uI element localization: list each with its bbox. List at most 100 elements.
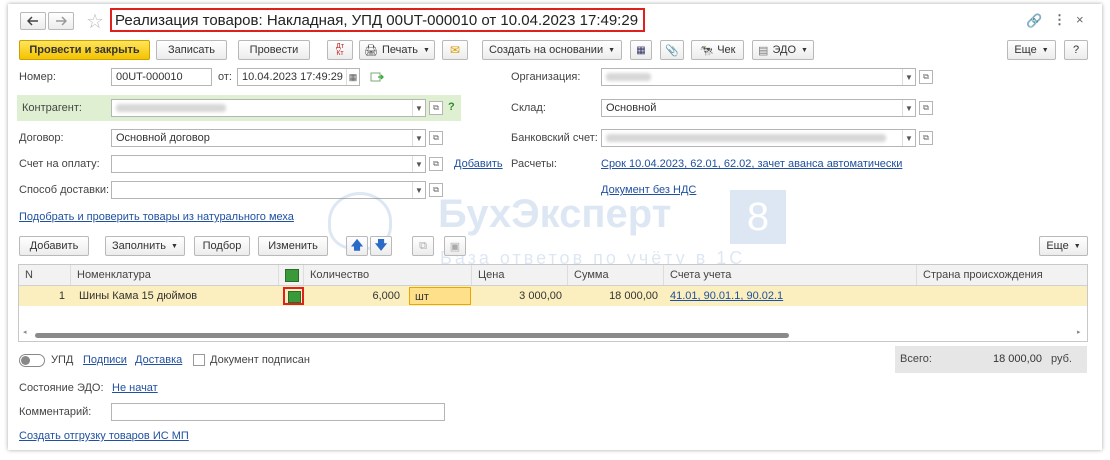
horizontal-scrollbar[interactable]: ◂ ▸ (23, 328, 1083, 339)
structure-button[interactable]: ▦ (630, 40, 652, 60)
row-price[interactable]: 3 000,00 (472, 286, 562, 306)
col-qty: Количество (304, 265, 472, 285)
invoice-label: Счет на оплату: (19, 158, 100, 170)
table-add-button[interactable]: Добавить (19, 236, 89, 256)
edo-button[interactable]: ▤ ЭДО ▼ (752, 40, 814, 60)
chevron-down-icon[interactable]: ▼ (902, 130, 915, 146)
chevron-down-icon[interactable]: ▼ (412, 100, 425, 116)
close-icon[interactable]: × (1076, 12, 1084, 27)
open-delivery-icon[interactable]: ⧉ (429, 183, 443, 197)
move-down-button[interactable]: 🡇 (370, 236, 392, 256)
comment-field[interactable] (111, 403, 445, 421)
marking-icon[interactable] (288, 291, 301, 303)
paperclip-icon: 📎 (665, 44, 679, 57)
link-icon[interactable]: 🔗 (1026, 13, 1042, 29)
email-button[interactable]: ✉ (442, 40, 468, 60)
paste-button[interactable]: ▣ (444, 236, 466, 256)
delivery-link[interactable]: Доставка (135, 354, 182, 366)
table-row[interactable]: 1 Шины Кама 15 дюймов 6,000 шт 3 000,00 … (19, 286, 1087, 306)
chevron-down-icon[interactable]: ▼ (412, 130, 425, 146)
forward-button[interactable] (48, 12, 74, 30)
create-based-button[interactable]: Создать на основании ▼ (482, 40, 622, 60)
open-bank-account-icon[interactable]: ⧉ (919, 131, 933, 145)
open-warehouse-icon[interactable]: ⧉ (919, 101, 933, 115)
open-organization-icon[interactable]: ⧉ (919, 70, 933, 84)
chevron-down-icon[interactable]: ▼ (412, 182, 425, 198)
vat-document-link[interactable]: Документ без НДС (601, 184, 696, 196)
fur-goods-link[interactable]: Подобрать и проверить товары из натураль… (19, 211, 294, 223)
help-button[interactable]: ? (1064, 40, 1088, 60)
row-unit[interactable]: шт (409, 287, 471, 305)
page-title: Реализация товаров: Накладная, УПД 00UT-… (115, 12, 639, 29)
scroll-right-icon[interactable]: ▸ (1077, 328, 1081, 336)
post-button[interactable]: Провести (238, 40, 310, 60)
pick-button[interactable]: Подбор (194, 236, 250, 256)
contract-field[interactable]: Основной договор ▼ (111, 129, 426, 147)
copy-button[interactable]: ⧉ (412, 236, 434, 256)
arrow-left-icon (27, 16, 38, 26)
marking-icon (285, 268, 299, 282)
table-more-button[interactable]: Еще ▼ (1039, 236, 1088, 256)
more-button[interactable]: Еще ▼ (1007, 40, 1056, 60)
signed-checkbox[interactable] (193, 354, 205, 366)
dt-kt-button[interactable]: Дт Кт (327, 40, 353, 60)
chevron-down-icon[interactable]: ▼ (412, 156, 425, 172)
warehouse-label: Склад: (511, 102, 546, 114)
blurred-contractor (116, 104, 226, 113)
menu-dots-icon[interactable]: ⋮ (1053, 12, 1066, 28)
paste-icon: ▣ (449, 240, 461, 253)
table-header: N Номенклатура Количество Цена Сумма Сче… (19, 265, 1087, 286)
fill-button[interactable]: Заполнить ▼ (105, 236, 185, 256)
currency-label: руб. (1051, 353, 1072, 365)
row-item[interactable]: Шины Кама 15 дюймов (79, 286, 279, 306)
open-contract-icon[interactable]: ⧉ (429, 131, 443, 145)
help-question-icon[interactable]: ? (448, 101, 455, 113)
col-price: Цена (472, 265, 568, 285)
print-button[interactable]: 🖨 Печать ▼ (359, 40, 435, 60)
change-button[interactable]: Изменить (258, 236, 328, 256)
calendar-icon[interactable]: ▦ (346, 69, 359, 85)
arrow-right-icon (56, 16, 67, 26)
warehouse-field[interactable]: Основной ▼ (601, 99, 916, 117)
row-country[interactable] (923, 286, 1083, 306)
date-field[interactable]: 10.04.2023 17:49:29 ▦ (237, 68, 360, 86)
signatures-link[interactable]: Подписи (83, 354, 127, 366)
edo-state-link[interactable]: Не начат (112, 382, 158, 394)
upd-toggle[interactable] (19, 354, 45, 367)
favorite-star-icon[interactable]: ☆ (86, 9, 104, 34)
back-button[interactable] (20, 12, 46, 30)
edo-icon: ▤ (758, 44, 769, 57)
col-accounts: Счета учета (664, 265, 917, 285)
bank-account-field[interactable]: ▼ (601, 129, 916, 147)
number-field[interactable]: 00UT-000010 (111, 68, 212, 86)
attach-button[interactable]: 📎 (660, 40, 684, 60)
signed-label: Документ подписан (210, 354, 310, 366)
ship-goods-link[interactable]: Создать отгрузку товаров ИС МП (19, 430, 189, 442)
open-contractor-icon[interactable]: ⧉ (429, 101, 443, 115)
chevron-down-icon: ▼ (608, 46, 616, 54)
open-invoice-icon[interactable]: ⧉ (429, 157, 443, 171)
scroll-left-icon[interactable]: ◂ (23, 328, 27, 336)
chevron-down-icon[interactable]: ▼ (902, 69, 915, 85)
contractor-field[interactable]: ▼ (111, 99, 426, 117)
contractor-label: Контрагент: (22, 102, 82, 114)
add-invoice-link[interactable]: Добавить (454, 158, 503, 170)
check-button[interactable]: 🐄 Чек (691, 40, 744, 60)
row-accounts[interactable]: 41.01, 90.01.1, 90.02.1 (670, 286, 910, 306)
row-qty[interactable]: 6,000 (309, 286, 404, 306)
contract-label: Договор: (19, 132, 64, 144)
post-and-close-button[interactable]: Провести и закрыть (19, 40, 150, 60)
document-window: ☆ Реализация товаров: Накладная, УПД 00U… (8, 4, 1102, 450)
cash-register-icon: 🐄 (699, 44, 714, 57)
bank-account-label: Банковский счет: (511, 132, 598, 144)
chevron-down-icon[interactable]: ▼ (902, 100, 915, 116)
invoice-field[interactable]: ▼ (111, 155, 426, 173)
delivery-field[interactable]: ▼ (111, 181, 426, 199)
move-up-button[interactable]: 🡅 (346, 236, 368, 256)
save-button[interactable]: Записать (156, 40, 227, 60)
organization-field[interactable]: ▼ (601, 68, 916, 86)
scrollbar-thumb[interactable] (35, 333, 789, 338)
date-label: от: (218, 71, 232, 83)
settlements-link[interactable]: Срок 10.04.2023, 62.01, 62.02, зачет ава… (601, 158, 902, 170)
dates-link-icon[interactable] (370, 71, 384, 83)
